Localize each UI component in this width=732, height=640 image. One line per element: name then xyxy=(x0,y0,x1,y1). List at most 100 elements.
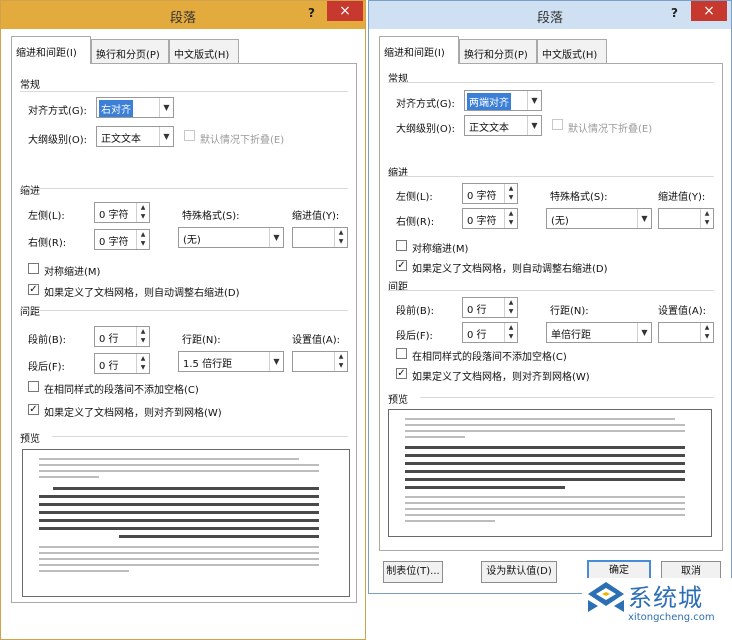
space-after-spinner[interactable]: 0 行 ▲ ▼ xyxy=(94,353,150,374)
preview-box xyxy=(22,449,350,597)
spin-buttons[interactable]: ▲ ▼ xyxy=(700,209,713,228)
space-after-value: 0 行 xyxy=(99,361,119,372)
tab-indents-spacing[interactable]: 缩进和间距(I) xyxy=(379,36,459,64)
close-button[interactable]: × xyxy=(691,1,727,21)
alignment-select[interactable]: 右对齐 ▼ xyxy=(96,97,174,118)
set-value-label: 设置值(A): xyxy=(292,335,341,346)
special-format-select[interactable]: (无) ▼ xyxy=(546,208,652,229)
watermark-url: xitongcheng.com xyxy=(628,612,715,623)
set-default-button[interactable]: 设为默认值(D) xyxy=(481,561,557,583)
spin-buttons[interactable]: ▲ ▼ xyxy=(136,327,149,346)
spin-down-icon: ▼ xyxy=(140,213,146,220)
mirror-indent-checkbox[interactable] xyxy=(396,240,407,251)
chevron-down-icon: ▼ xyxy=(527,91,541,110)
indent-value-spinner[interactable]: ▲ ▼ xyxy=(658,208,714,229)
help-button[interactable]: ? xyxy=(308,6,315,20)
preview-section-title: 预览 xyxy=(388,395,408,406)
alignment-label: 对齐方式(G): xyxy=(28,106,87,117)
snap-to-grid-checkbox[interactable]: ✓ xyxy=(396,368,407,379)
mirror-indent-checkbox[interactable] xyxy=(28,263,39,274)
spin-buttons[interactable]: ▲ ▼ xyxy=(136,354,149,373)
left-indent-spinner[interactable]: 0 字符 ▲ ▼ xyxy=(462,183,518,204)
alignment-select[interactable]: 两端对齐 ▼ xyxy=(464,90,542,111)
title-bar: 段落 ? × xyxy=(1,1,365,29)
spin-buttons[interactable]: ▲ ▼ xyxy=(136,203,149,222)
outline-level-select[interactable]: 正文文本 ▼ xyxy=(464,115,542,136)
tabs-button[interactable]: 制表位(T)... xyxy=(383,561,443,583)
mirror-indent-label: 对称缩进(M) xyxy=(44,267,101,278)
space-after-spinner[interactable]: 0 行 ▲ ▼ xyxy=(462,322,518,343)
outline-level-select[interactable]: 正文文本 ▼ xyxy=(96,126,174,147)
tab-line-page-breaks[interactable]: 换行和分页(P) xyxy=(459,39,537,64)
auto-adjust-indent-checkbox[interactable]: ✓ xyxy=(396,260,407,271)
indent-value-label: 缩进值(Y): xyxy=(292,211,340,222)
space-after-label: 段后(F): xyxy=(28,362,65,373)
paragraph-dialog-left: 段落 ? × 缩进和间距(I) 换行和分页(P) 中文版式(H) 常规 对齐方式… xyxy=(0,0,366,640)
indent-value-spinner[interactable]: ▲ ▼ xyxy=(292,227,348,248)
help-button[interactable]: ? xyxy=(671,6,678,20)
spin-down-icon: ▼ xyxy=(140,337,146,344)
set-value-spinner[interactable]: ▲ ▼ xyxy=(658,322,714,343)
collapse-checkbox[interactable] xyxy=(552,119,563,130)
no-space-same-style-checkbox[interactable] xyxy=(28,381,39,392)
tab-asian-typography[interactable]: 中文版式(H) xyxy=(537,39,607,64)
special-format-select[interactable]: (无) ▼ xyxy=(178,227,284,248)
auto-adjust-indent-checkbox[interactable]: ✓ xyxy=(28,284,39,295)
xitongcheng-logo-icon xyxy=(588,582,624,612)
left-indent-value: 0 字符 xyxy=(99,210,129,221)
right-indent-value: 0 字符 xyxy=(99,237,129,248)
space-before-value: 0 行 xyxy=(99,334,119,345)
mirror-indent-label: 对称缩进(M) xyxy=(412,244,469,255)
right-indent-spinner[interactable]: 0 字符 ▲ ▼ xyxy=(94,229,150,250)
set-value-label: 设置值(A): xyxy=(658,306,707,317)
paragraph-dialog-right: 段落 ? × 缩进和间距(I) 换行和分页(P) 中文版式(H) 常规 对齐方式… xyxy=(368,0,732,594)
spin-buttons[interactable]: ▲ ▼ xyxy=(504,323,517,342)
space-before-label: 段前(B): xyxy=(396,306,435,317)
tab-line-page-breaks[interactable]: 换行和分页(P) xyxy=(91,39,169,64)
title-bar: 段落 ? × xyxy=(369,1,731,29)
space-before-label: 段前(B): xyxy=(28,335,67,346)
tab-asian-typography[interactable]: 中文版式(H) xyxy=(169,39,239,64)
chevron-down-icon: ▼ xyxy=(527,116,541,135)
spin-buttons[interactable]: ▲ ▼ xyxy=(334,352,347,371)
divider xyxy=(20,91,348,92)
space-before-value: 0 行 xyxy=(467,305,487,316)
divider xyxy=(388,176,714,177)
spin-buttons[interactable]: ▲ ▼ xyxy=(504,298,517,317)
special-format-value: (无) xyxy=(551,216,569,227)
line-spacing-select[interactable]: 单倍行距 ▼ xyxy=(546,322,652,343)
tab-panel: 常规 对齐方式(G): 两端对齐 ▼ 大纲级别(O): 正文文本 ▼ 默认情况下… xyxy=(379,63,723,551)
spin-down-icon: ▼ xyxy=(508,333,514,340)
spin-down-icon: ▼ xyxy=(508,219,514,226)
chevron-down-icon: ▼ xyxy=(637,209,651,228)
line-spacing-select[interactable]: 1.5 倍行距 ▼ xyxy=(178,351,284,372)
spin-down-icon: ▼ xyxy=(140,240,146,247)
alignment-value: 右对齐 xyxy=(99,100,133,117)
snap-to-grid-checkbox[interactable]: ✓ xyxy=(28,404,39,415)
space-before-spinner[interactable]: 0 行 ▲ ▼ xyxy=(462,297,518,318)
chevron-down-icon: ▼ xyxy=(159,98,173,117)
no-space-same-style-checkbox[interactable] xyxy=(396,348,407,359)
spin-buttons[interactable]: ▲ ▼ xyxy=(504,184,517,203)
right-indent-spinner[interactable]: 0 字符 ▲ ▼ xyxy=(462,208,518,229)
close-button[interactable]: × xyxy=(327,1,363,21)
auto-adjust-indent-label: 如果定义了文档网格，则自动调整右缩进(D) xyxy=(44,288,240,299)
collapse-checkbox[interactable] xyxy=(184,130,195,141)
divider xyxy=(388,82,714,83)
divider xyxy=(20,188,348,189)
left-indent-spinner[interactable]: 0 字符 ▲ ▼ xyxy=(94,202,150,223)
tab-indents-spacing[interactable]: 缩进和间距(I) xyxy=(11,36,91,64)
outline-level-value: 正文文本 xyxy=(469,123,509,134)
set-value-spinner[interactable]: ▲ ▼ xyxy=(292,351,348,372)
watermark-text: 系统城 xyxy=(628,584,703,612)
special-format-label: 特殊格式(S): xyxy=(550,192,608,203)
line-spacing-value: 单倍行距 xyxy=(551,330,591,341)
space-before-spinner[interactable]: 0 行 ▲ ▼ xyxy=(94,326,150,347)
spin-buttons[interactable]: ▲ ▼ xyxy=(136,230,149,249)
spin-up-icon: ▲ xyxy=(140,231,146,238)
chevron-down-icon: ▼ xyxy=(269,228,283,247)
spin-buttons[interactable]: ▲ ▼ xyxy=(334,228,347,247)
spin-buttons[interactable]: ▲ ▼ xyxy=(504,209,517,228)
spin-buttons[interactable]: ▲ ▼ xyxy=(700,323,713,342)
alignment-label: 对齐方式(G): xyxy=(396,99,455,110)
